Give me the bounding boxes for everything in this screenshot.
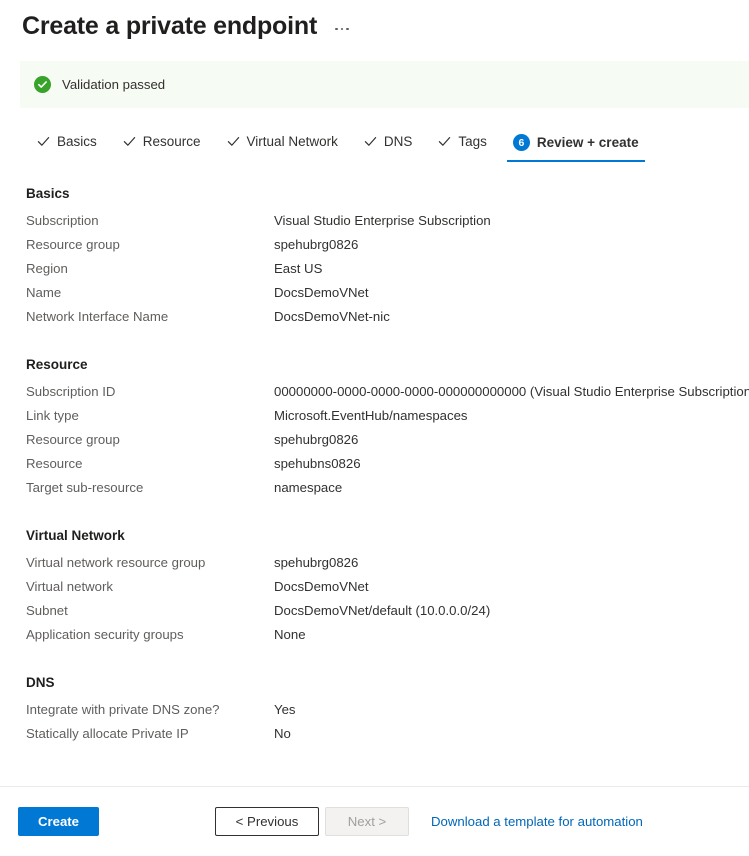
detail-value: None xyxy=(274,623,306,647)
review-content: Basics Subscription Visual Studio Enterp… xyxy=(0,186,749,786)
tab-label: Tags xyxy=(458,134,487,149)
previous-button[interactable]: < Previous xyxy=(215,807,319,836)
detail-label: Subscription ID xyxy=(26,380,274,404)
ellipsis-dot xyxy=(335,28,338,31)
detail-row: Network Interface Name DocsDemoVNet-nic xyxy=(0,305,749,329)
checkmark-icon xyxy=(123,135,136,148)
detail-value: DocsDemoVNet xyxy=(274,281,369,305)
checkmark-icon xyxy=(364,135,377,148)
validation-banner: Validation passed xyxy=(20,61,749,108)
download-template-link[interactable]: Download a template for automation xyxy=(431,814,643,829)
tab-step-badge: 6 xyxy=(513,134,530,151)
detail-row: Resource group spehubrg0826 xyxy=(0,233,749,257)
detail-value: East US xyxy=(274,257,322,281)
detail-label: Region xyxy=(26,257,274,281)
detail-label: Statically allocate Private IP xyxy=(26,722,274,746)
tab-dns[interactable]: DNS xyxy=(351,130,426,160)
tab-label: Virtual Network xyxy=(247,134,338,149)
detail-value: No xyxy=(274,722,291,746)
wizard-tabs: Basics Resource Virtual Network DNS Tags… xyxy=(24,130,749,162)
next-button: Next > xyxy=(325,807,409,836)
detail-row: Resource spehubns0826 xyxy=(0,452,749,476)
page-title: Create a private endpoint xyxy=(22,11,317,41)
tab-label: Basics xyxy=(57,134,97,149)
detail-row: Integrate with private DNS zone? Yes xyxy=(0,698,749,722)
detail-row: Subscription ID 00000000-0000-0000-0000-… xyxy=(0,380,749,404)
detail-value: spehubns0826 xyxy=(274,452,361,476)
detail-label: Network Interface Name xyxy=(26,305,274,329)
detail-label: Virtual network xyxy=(26,575,274,599)
detail-row: Name DocsDemoVNet xyxy=(0,281,749,305)
detail-label: Link type xyxy=(26,404,274,428)
tab-basics[interactable]: Basics xyxy=(24,130,110,160)
footer-action-bar: Create < Previous Next > Download a temp… xyxy=(0,787,749,856)
detail-row: Statically allocate Private IP No xyxy=(0,722,749,746)
detail-label: Integrate with private DNS zone? xyxy=(26,698,274,722)
checkmark-icon xyxy=(37,135,50,148)
check-circle-icon xyxy=(34,76,51,93)
tab-tags[interactable]: Tags xyxy=(425,130,500,160)
section-resource: Resource Subscription ID 00000000-0000-0… xyxy=(0,333,749,500)
detail-row: Region East US xyxy=(0,257,749,281)
tab-label: Resource xyxy=(143,134,201,149)
detail-value: 00000000-0000-0000-0000-000000000000 (Vi… xyxy=(274,380,749,404)
section-dns: DNS Integrate with private DNS zone? Yes… xyxy=(0,651,749,746)
detail-label: Resource xyxy=(26,452,274,476)
detail-row: Link type Microsoft.EventHub/namespaces xyxy=(0,404,749,428)
detail-value: Visual Studio Enterprise Subscription xyxy=(274,209,491,233)
detail-label: Name xyxy=(26,281,274,305)
detail-label: Resource group xyxy=(26,233,274,257)
ellipsis-dot xyxy=(341,28,344,31)
section-basics: Basics Subscription Visual Studio Enterp… xyxy=(0,186,749,329)
detail-row: Virtual network DocsDemoVNet xyxy=(0,575,749,599)
ellipsis-dot xyxy=(346,28,349,31)
detail-label: Subnet xyxy=(26,599,274,623)
detail-value: Yes xyxy=(274,698,296,722)
detail-value: spehubrg0826 xyxy=(274,233,358,257)
detail-value: DocsDemoVNet/default (10.0.0.0/24) xyxy=(274,599,490,623)
detail-value: Microsoft.EventHub/namespaces xyxy=(274,404,468,428)
detail-row: Subnet DocsDemoVNet/default (10.0.0.0/24… xyxy=(0,599,749,623)
detail-value: DocsDemoVNet xyxy=(274,575,369,599)
detail-row: Application security groups None xyxy=(0,623,749,647)
section-title: DNS xyxy=(0,651,749,698)
tab-virtual-network[interactable]: Virtual Network xyxy=(214,130,351,160)
section-title: Basics xyxy=(0,186,749,209)
section-title: Resource xyxy=(0,333,749,380)
tab-label: Review + create xyxy=(537,135,639,150)
checkmark-icon xyxy=(438,135,451,148)
detail-row: Virtual network resource group spehubrg0… xyxy=(0,551,749,575)
detail-row: Resource group spehubrg0826 xyxy=(0,428,749,452)
detail-label: Virtual network resource group xyxy=(26,551,274,575)
detail-label: Target sub-resource xyxy=(26,476,274,500)
detail-label: Resource group xyxy=(26,428,274,452)
detail-label: Subscription xyxy=(26,209,274,233)
detail-value: spehubrg0826 xyxy=(274,551,358,575)
more-options-icon[interactable] xyxy=(333,24,351,35)
detail-value: DocsDemoVNet-nic xyxy=(274,305,390,329)
section-title: Virtual Network xyxy=(0,504,749,551)
detail-row: Target sub-resource namespace xyxy=(0,476,749,500)
section-virtual-network: Virtual Network Virtual network resource… xyxy=(0,504,749,647)
tab-resource[interactable]: Resource xyxy=(110,130,214,160)
detail-value: namespace xyxy=(274,476,342,500)
detail-label: Application security groups xyxy=(26,623,274,647)
tab-label: DNS xyxy=(384,134,413,149)
detail-row: Subscription Visual Studio Enterprise Su… xyxy=(0,209,749,233)
create-button[interactable]: Create xyxy=(18,807,99,836)
checkmark-icon xyxy=(227,135,240,148)
page-header: Create a private endpoint xyxy=(0,0,749,42)
tab-review-create[interactable]: 6 Review + create xyxy=(500,130,652,162)
validation-message: Validation passed xyxy=(62,77,165,92)
detail-value: spehubrg0826 xyxy=(274,428,358,452)
